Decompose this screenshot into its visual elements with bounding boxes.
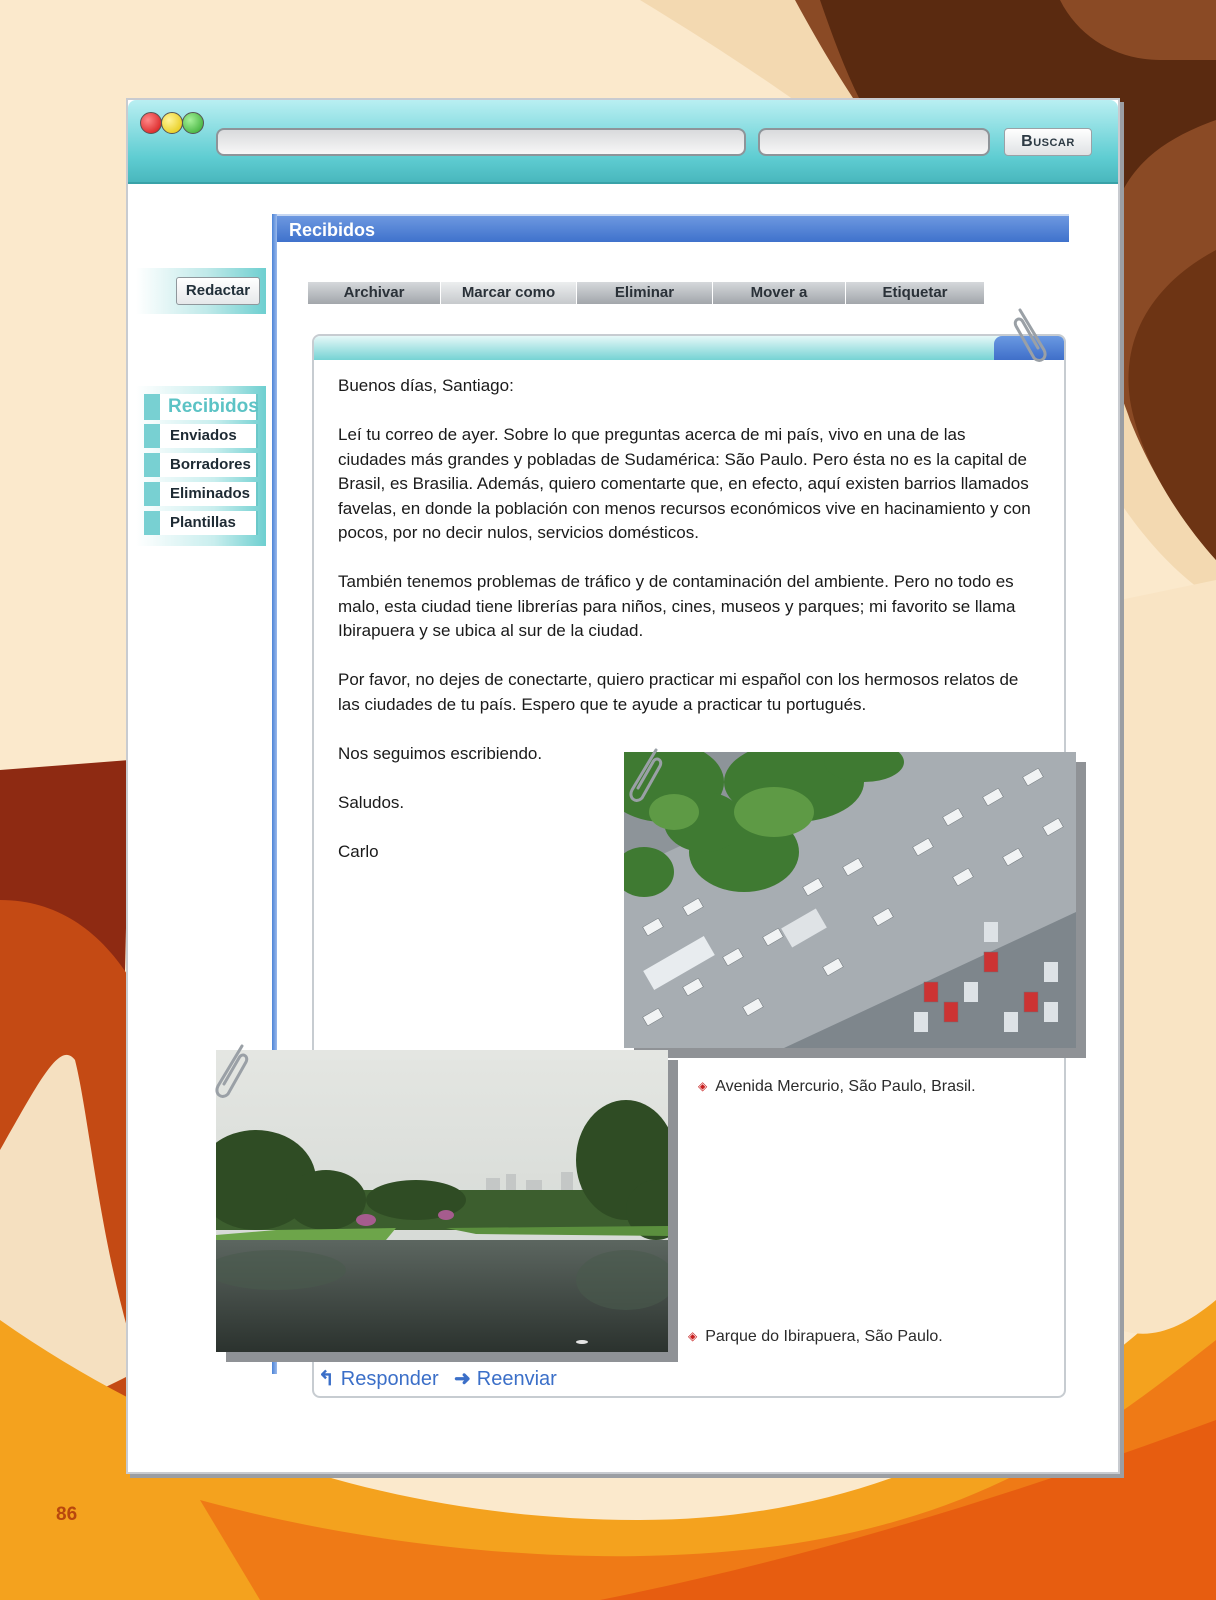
compose-button[interactable]: Redactar bbox=[176, 277, 260, 305]
attachment-photo-traffic[interactable] bbox=[624, 752, 1076, 1048]
attachment-photo-park[interactable] bbox=[216, 1050, 668, 1352]
message-paragraph: Por favor, no dejes de conectarte, quier… bbox=[338, 670, 1019, 714]
diamond-bullet-icon: ◈ bbox=[688, 1329, 698, 1343]
traffic-photo-image bbox=[624, 752, 1076, 1048]
folder-sidebar: Recibidos Enviados Borradores Eliminados… bbox=[136, 386, 266, 546]
close-window-icon[interactable] bbox=[140, 112, 162, 134]
park-photo-image bbox=[216, 1050, 668, 1352]
label-button[interactable]: Etiquetar bbox=[846, 282, 985, 304]
sidebar-item-plantillas[interactable]: Plantillas bbox=[144, 511, 258, 535]
message-paragraph: También tenemos problemas de tráfico y d… bbox=[338, 572, 1016, 640]
message-toolbar: Archivar Marcar como Eliminar Mover a Et… bbox=[308, 282, 985, 304]
search-button[interactable]: Buscar bbox=[1004, 128, 1092, 156]
sidebar-item-label: Borradores bbox=[170, 456, 251, 473]
sidebar-item-label: Plantillas bbox=[170, 514, 236, 531]
page-number: 86 bbox=[56, 1504, 78, 1525]
maximize-window-icon[interactable] bbox=[182, 112, 204, 134]
paperclip-icon bbox=[1013, 308, 1047, 362]
forward-label: Reenviar bbox=[476, 1368, 557, 1390]
search-input[interactable] bbox=[758, 128, 990, 156]
sidebar-item-label: Eliminados bbox=[170, 485, 251, 502]
reply-button[interactable]: ↰ Responder bbox=[318, 1366, 439, 1391]
sidebar-item-enviados[interactable]: Enviados bbox=[144, 424, 258, 448]
photo-caption: ◈ Avenida Mercurio, São Paulo, Brasil. bbox=[698, 1078, 976, 1096]
message-greeting: Buenos días, Santiago: bbox=[338, 376, 514, 395]
paperclip-icon bbox=[629, 748, 663, 802]
browser-window: Buscar Redactar Recibidos Enviados Borra… bbox=[126, 98, 1120, 1474]
compose-area: Redactar bbox=[136, 268, 266, 314]
photo-caption: ◈ Parque do Ibirapuera, São Paulo. bbox=[688, 1328, 943, 1346]
message-header-bar bbox=[314, 336, 1064, 360]
sidebar-item-recibidos[interactable]: Recibidos bbox=[144, 394, 259, 420]
paperclip-icon bbox=[215, 1044, 249, 1098]
sidebar-item-label: Enviados bbox=[170, 427, 237, 444]
forward-arrow-icon: ➜ bbox=[454, 1368, 471, 1390]
diamond-bullet-icon: ◈ bbox=[698, 1079, 708, 1093]
address-bar[interactable] bbox=[216, 128, 746, 156]
sidebar-item-label: Recibidos bbox=[168, 396, 259, 417]
inbox-header: Recibidos bbox=[277, 214, 1069, 242]
sidebar-item-eliminados[interactable]: Eliminados bbox=[144, 482, 258, 506]
archive-button[interactable]: Archivar bbox=[308, 282, 441, 304]
caption-text: Parque do Ibirapuera, São Paulo. bbox=[705, 1328, 943, 1345]
move-to-button[interactable]: Mover a bbox=[713, 282, 846, 304]
forward-button[interactable]: ➜ Reenviar bbox=[454, 1366, 557, 1391]
minimize-window-icon[interactable] bbox=[161, 112, 183, 134]
delete-button[interactable]: Eliminar bbox=[577, 282, 713, 304]
browser-titlebar: Buscar bbox=[128, 100, 1118, 184]
sidebar-item-borradores[interactable]: Borradores bbox=[144, 453, 258, 477]
mark-as-button[interactable]: Marcar como bbox=[441, 282, 577, 304]
caption-text: Avenida Mercurio, São Paulo, Brasil. bbox=[715, 1078, 976, 1095]
message-paragraph: Leí tu correo de ayer. Sobre lo que preg… bbox=[338, 425, 1031, 542]
reply-arrow-icon: ↰ bbox=[318, 1368, 335, 1390]
reply-label: Responder bbox=[340, 1368, 439, 1390]
